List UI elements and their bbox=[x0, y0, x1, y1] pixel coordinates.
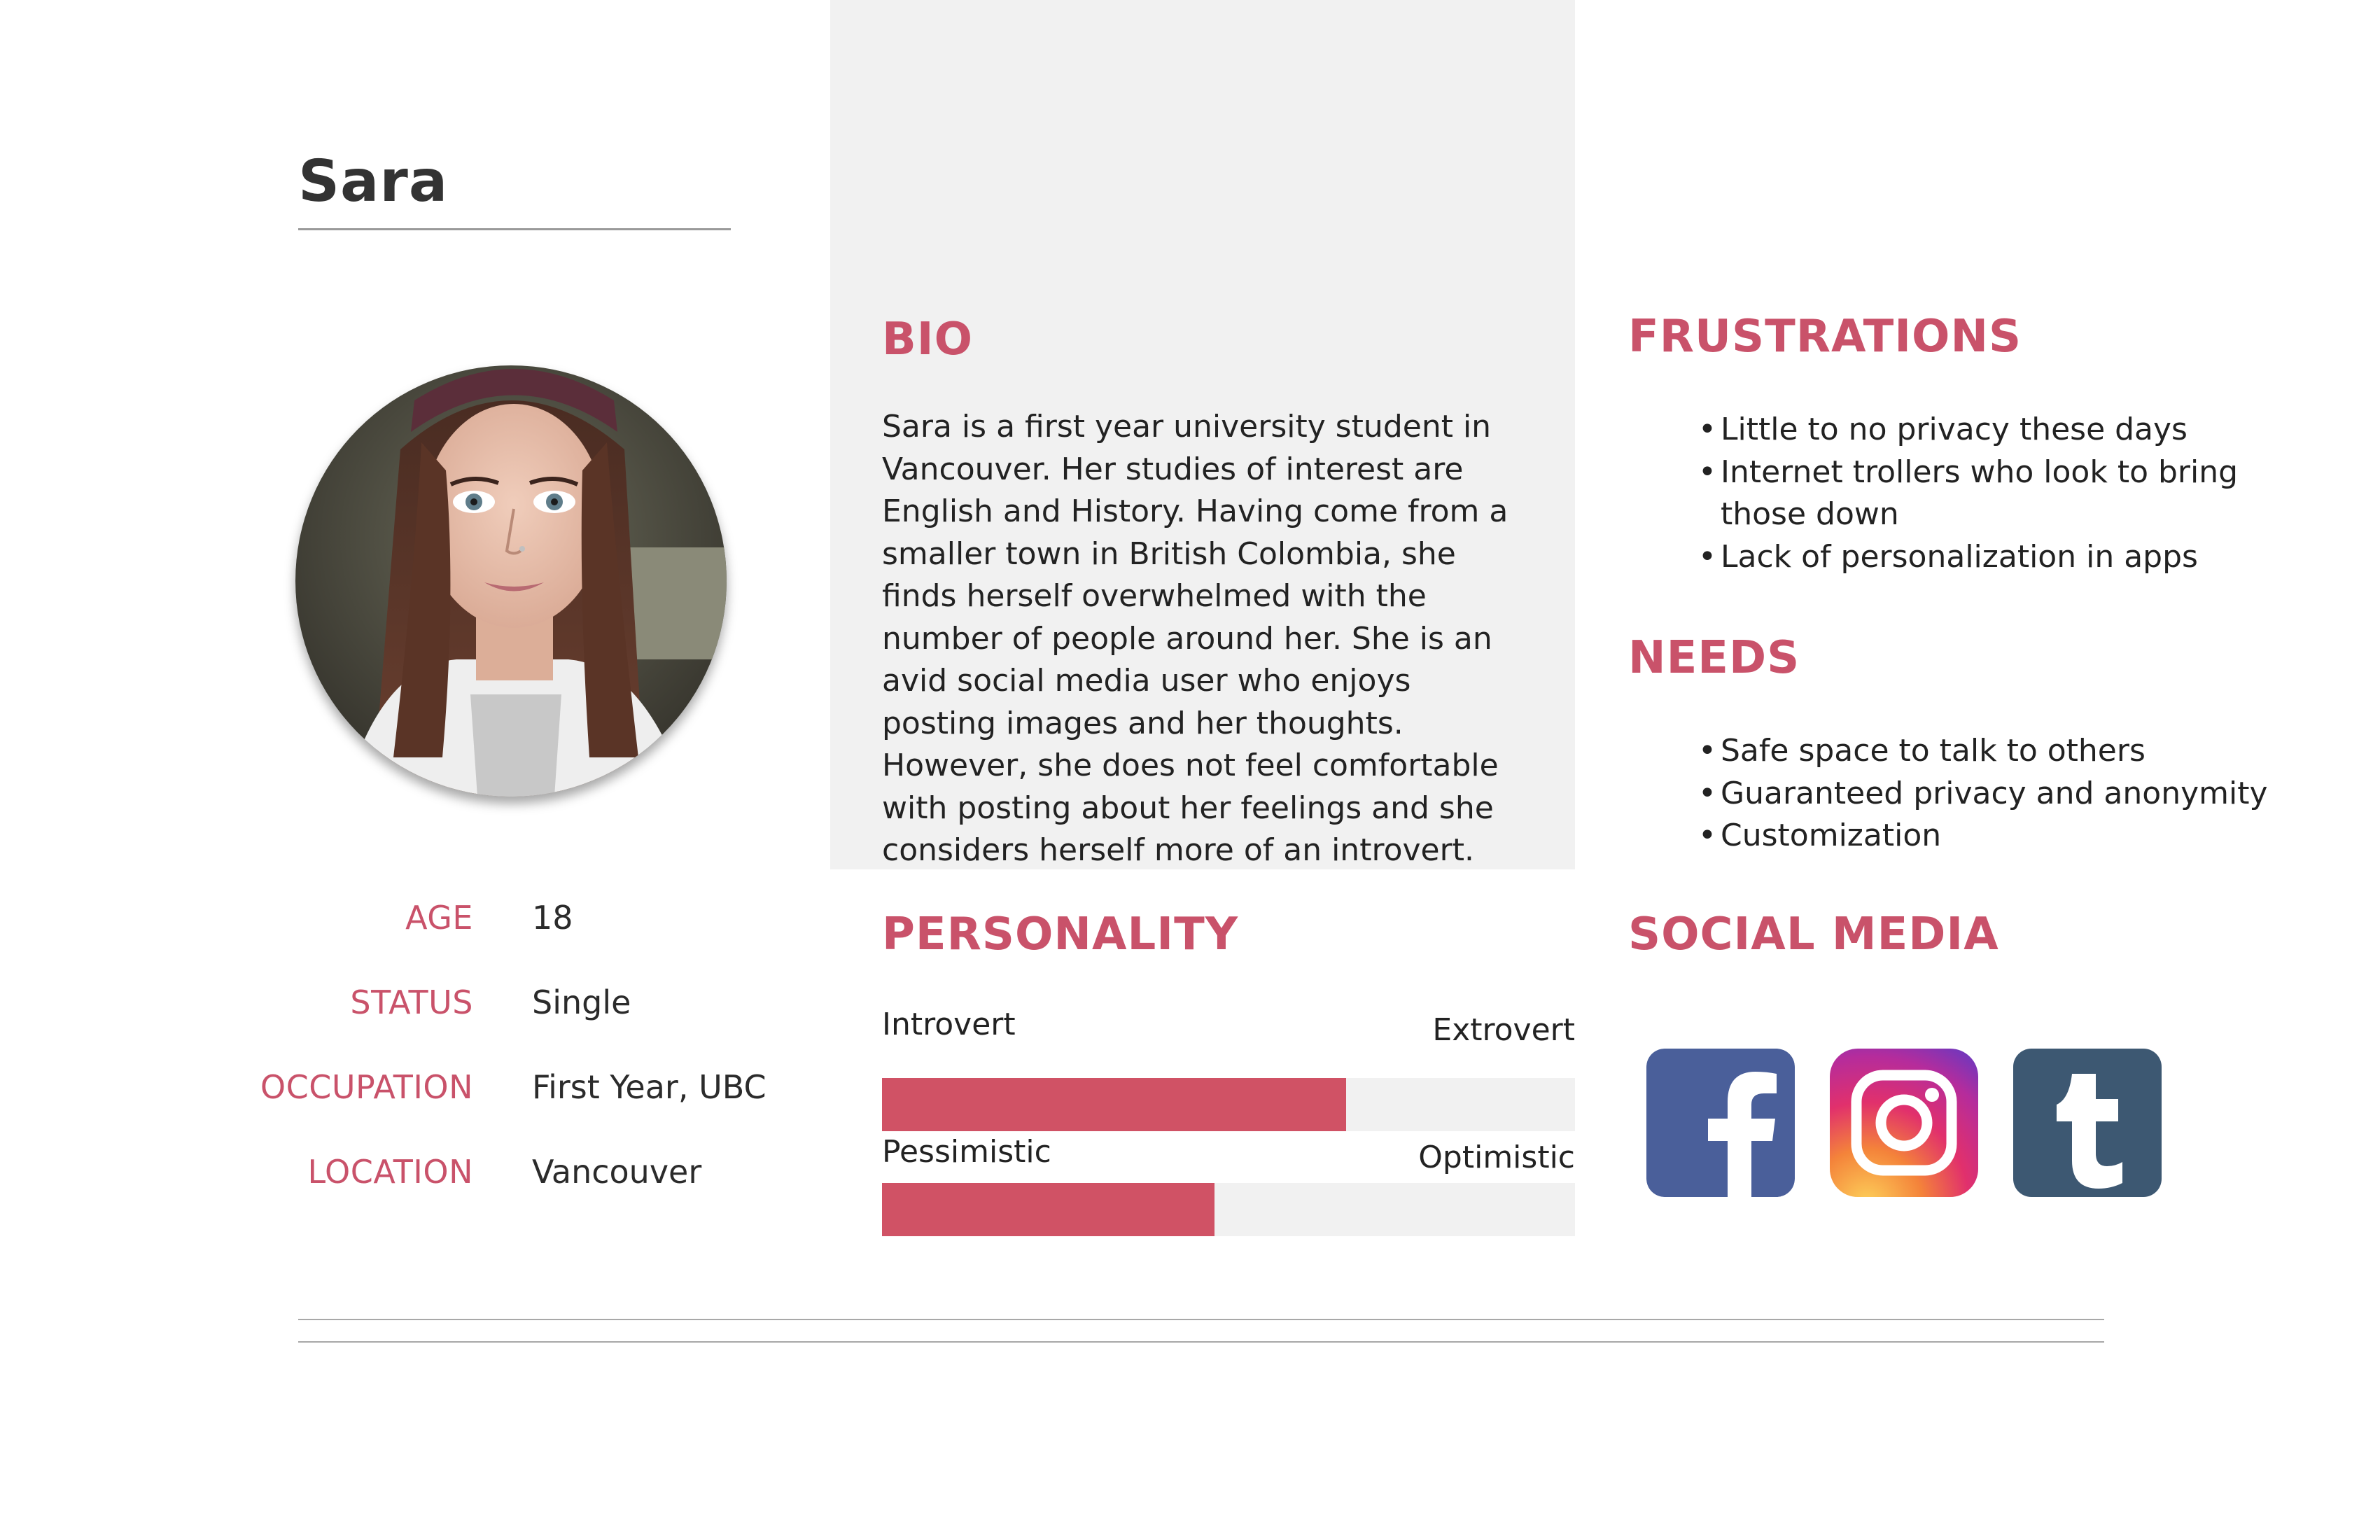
persona-name: Sara bbox=[298, 148, 449, 215]
frustrations-heading: FRUSTRATIONS bbox=[1628, 311, 2022, 363]
introvert-extrovert-fill bbox=[882, 1078, 1347, 1131]
footer-divider-bottom bbox=[298, 1341, 2104, 1343]
instagram-icon[interactable] bbox=[1830, 1049, 1978, 1197]
list-item: Little to no privacy these days bbox=[1698, 409, 2258, 451]
bio-heading: BIO bbox=[882, 314, 973, 365]
extrovert-label: Extrovert bbox=[1432, 1012, 1575, 1048]
name-divider bbox=[298, 228, 731, 230]
optimistic-label: Optimistic bbox=[1418, 1140, 1575, 1175]
location-label: LOCATION bbox=[307, 1153, 473, 1191]
needs-heading: NEEDS bbox=[1628, 632, 1800, 684]
status-value: Single bbox=[532, 983, 631, 1021]
pessimistic-optimistic-bar bbox=[882, 1183, 1575, 1236]
pessimistic-label: Pessimistic bbox=[882, 1134, 1051, 1170]
list-item: Safe space to talk to others bbox=[1698, 730, 2293, 773]
occupation-label: OCCUPATION bbox=[260, 1068, 473, 1106]
needs-list: Safe space to talk to others Guaranteed … bbox=[1698, 730, 2293, 858]
avatar bbox=[295, 365, 727, 797]
list-item: Internet trollers who look to bring thos… bbox=[1698, 451, 2258, 536]
location-value: Vancouver bbox=[532, 1153, 702, 1191]
occupation-value: First Year, UBC bbox=[532, 1068, 766, 1106]
tumblr-icon[interactable] bbox=[2013, 1049, 2162, 1197]
age-label: AGE bbox=[405, 899, 473, 937]
frustrations-list: Little to no privacy these days Internet… bbox=[1698, 409, 2258, 578]
facebook-icon[interactable] bbox=[1646, 1049, 1795, 1197]
list-item: Guaranteed privacy and anonymity bbox=[1698, 773, 2293, 816]
pessimistic-optimistic-fill bbox=[882, 1183, 1215, 1236]
status-label: STATUS bbox=[350, 983, 473, 1021]
age-value: 18 bbox=[532, 899, 573, 937]
footer-divider-top bbox=[298, 1319, 2104, 1320]
social-media-heading: SOCIAL MEDIA bbox=[1628, 909, 1999, 960]
introvert-extrovert-bar bbox=[882, 1078, 1575, 1131]
list-item: Lack of personalization in apps bbox=[1698, 536, 2258, 579]
introvert-label: Introvert bbox=[882, 1007, 1016, 1042]
personality-heading: PERSONALITY bbox=[882, 909, 1239, 960]
list-item: Customization bbox=[1698, 815, 2293, 858]
bio-text: Sara is a first year university student … bbox=[882, 409, 1508, 868]
